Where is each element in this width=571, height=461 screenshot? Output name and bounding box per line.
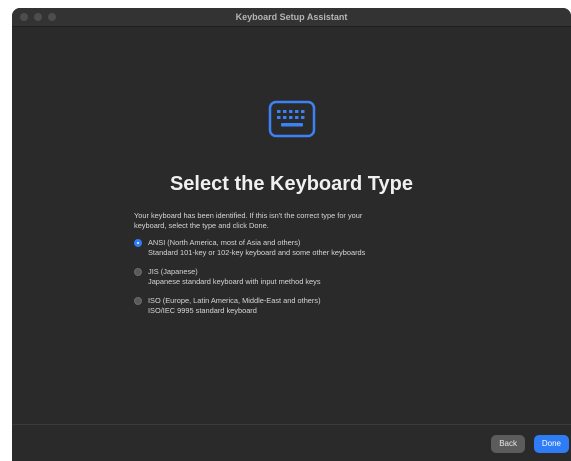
radio-ansi[interactable] (134, 239, 142, 247)
option-ansi[interactable]: ANSI (North America, most of Asia and ot… (134, 238, 464, 258)
intro-line-2: keyboard, select the type and click Done… (134, 221, 269, 230)
back-button[interactable]: Back (491, 435, 525, 453)
option-ansi-description: Standard 101-key or 102-key keyboard and… (148, 248, 366, 257)
footer-bar: Back Done (12, 424, 571, 461)
keyboard-icon (268, 100, 316, 138)
option-iso-description: ISO/IEC 9995 standard keyboard (148, 306, 257, 315)
title-bar: Keyboard Setup Assistant (12, 8, 571, 27)
done-button[interactable]: Done (533, 435, 569, 453)
option-jis-label: JIS (Japanese) (148, 267, 198, 276)
option-ansi-label: ANSI (North America, most of Asia and ot… (148, 238, 301, 247)
option-jis-description: Japanese standard keyboard with input me… (148, 277, 321, 286)
main-content: Select the Keyboard Type Your keyboard h… (12, 27, 571, 461)
radio-iso[interactable] (134, 297, 142, 305)
option-jis[interactable]: JIS (Japanese) Japanese standard keyboar… (134, 267, 464, 287)
intro-text: Your keyboard has been identified. If th… (134, 211, 464, 231)
radio-jis[interactable] (134, 268, 142, 276)
window-title: Keyboard Setup Assistant (235, 12, 348, 22)
keyboard-setup-window: Keyboard Setup Assistant Select the Keyb… (12, 8, 571, 461)
intro-line-1: Your keyboard has been identified. If th… (134, 211, 363, 220)
page-title: Select the Keyboard Type (169, 173, 414, 195)
option-iso-label: ISO (Europe, Latin America, Middle-East … (148, 296, 321, 305)
option-iso[interactable]: ISO (Europe, Latin America, Middle-East … (134, 296, 464, 316)
